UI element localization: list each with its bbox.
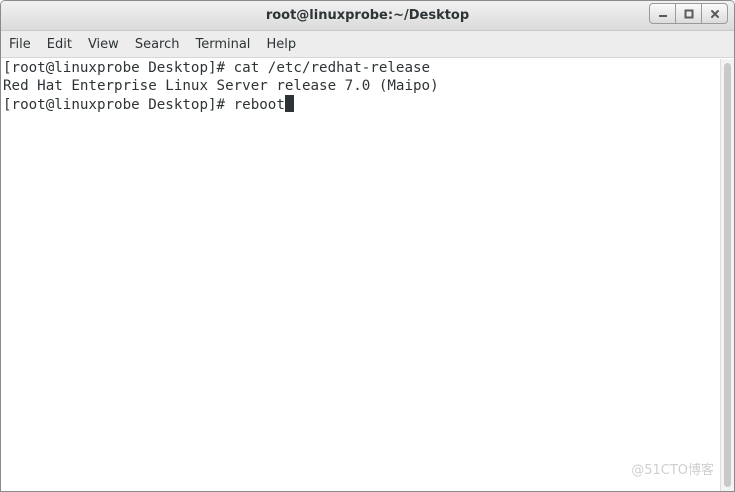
title-bar[interactable]: root@linuxprobe:~/Desktop: [1, 1, 734, 31]
minimize-button[interactable]: [649, 3, 676, 24]
menu-edit[interactable]: Edit: [42, 31, 77, 58]
watermark: @51CTO博客: [631, 463, 714, 478]
terminal-window: root@linuxprobe:~/Desktop File Edit View: [0, 0, 735, 492]
command-input[interactable]: reboot: [234, 97, 285, 113]
close-button[interactable]: [701, 3, 728, 24]
vertical-scrollbar[interactable]: [720, 59, 734, 491]
window-controls: [649, 3, 728, 24]
menu-terminal[interactable]: Terminal: [190, 31, 255, 58]
terminal-line: Red Hat Enterprise Linux Server release …: [3, 78, 439, 94]
menu-file[interactable]: File: [4, 31, 36, 58]
minimize-icon: [658, 14, 667, 17]
shell-prompt: [root@linuxprobe Desktop]#: [3, 97, 234, 113]
scrollbar-thumb[interactable]: [724, 63, 731, 487]
text-cursor: [284, 95, 294, 112]
maximize-icon: [684, 9, 693, 18]
menu-help[interactable]: Help: [261, 31, 301, 58]
terminal-prompt-line[interactable]: [root@linuxprobe Desktop]# reboot: [3, 95, 720, 113]
menu-bar: File Edit View Search Terminal Help: [1, 31, 734, 58]
maximize-button[interactable]: [675, 3, 702, 24]
menu-view[interactable]: View: [83, 31, 124, 58]
terminal-line: [root@linuxprobe Desktop]# cat /etc/redh…: [3, 60, 431, 76]
menu-search[interactable]: Search: [130, 31, 185, 58]
close-icon: [710, 9, 719, 18]
terminal-output[interactable]: [root@linuxprobe Desktop]# cat /etc/redh…: [1, 59, 720, 491]
window-title: root@linuxprobe:~/Desktop: [265, 8, 470, 23]
